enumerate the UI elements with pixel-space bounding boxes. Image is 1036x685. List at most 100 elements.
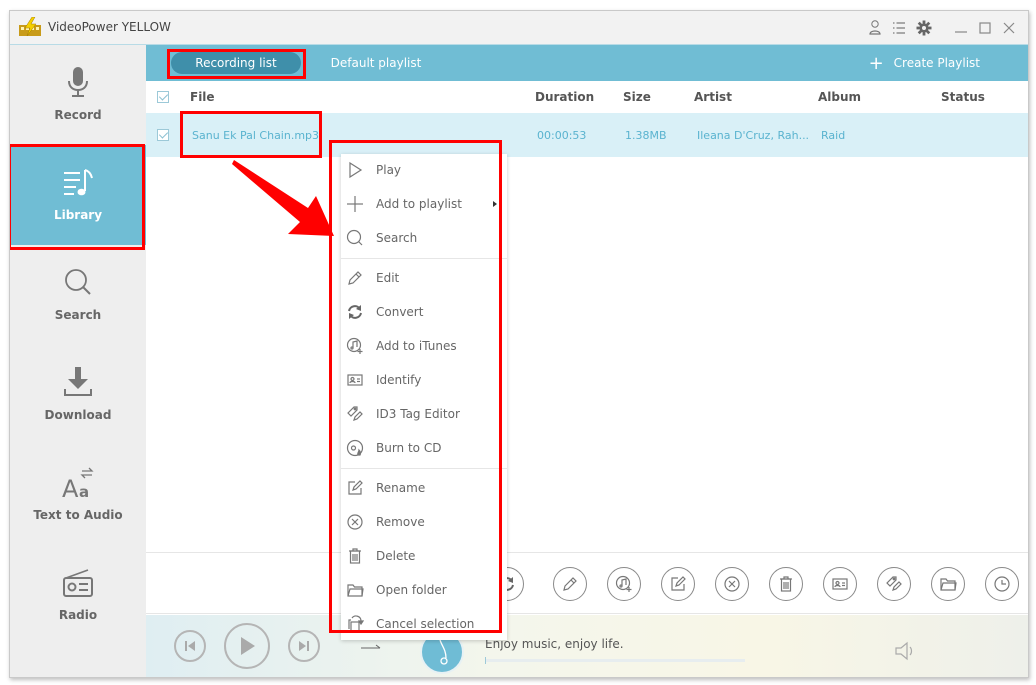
sidebar-item-library[interactable]: Library <box>10 145 146 245</box>
svg-text:a: a <box>79 483 89 501</box>
folder-icon <box>940 578 957 591</box>
gear-icon[interactable] <box>915 19 933 37</box>
tab-default-playlist[interactable]: Default playlist <box>321 52 431 74</box>
remove-icon <box>724 576 740 592</box>
column-album[interactable]: Album <box>818 90 861 104</box>
title-bar: VideoPower YELLOW <box>10 11 1028 45</box>
menu-item-id3-tag-editor[interactable]: ID3 Tag Editor <box>341 399 507 429</box>
sidebar-label: Download <box>44 408 112 422</box>
search-icon <box>346 229 363 246</box>
remove-icon <box>347 514 363 530</box>
minimize-icon[interactable] <box>952 19 970 37</box>
menu-item-play[interactable]: Play <box>341 155 507 185</box>
sidebar-item-record[interactable]: Record <box>10 45 146 145</box>
annotation-arrow-icon <box>232 160 334 236</box>
submenu-arrow-icon <box>493 201 497 207</box>
next-button[interactable] <box>288 630 320 662</box>
text-to-audio-icon: A a <box>62 467 94 501</box>
toolbar-rename-button[interactable] <box>661 567 695 601</box>
sidebar-item-search[interactable]: Search <box>10 245 146 345</box>
sidebar-label: Radio <box>58 608 98 622</box>
cell-artist: Ileana D'Cruz, Rah... <box>697 129 810 142</box>
progress-knob[interactable] <box>485 657 486 664</box>
cancel-selection-icon <box>348 615 364 632</box>
play-button[interactable] <box>224 623 270 669</box>
tag-edit-icon <box>886 576 902 591</box>
create-playlist-label: Create Playlist <box>893 56 980 70</box>
toolbar-schedule-button[interactable] <box>985 567 1019 601</box>
sidebar: Record Library Search Download A a Text … <box>10 45 146 677</box>
list-menu-icon[interactable] <box>890 19 908 37</box>
folder-icon <box>347 584 364 597</box>
player-bar: Enjoy music, enjoy life. <box>146 615 1028 677</box>
toolbar-delete-button[interactable] <box>769 567 803 601</box>
menu-item-burn-to-cd[interactable]: Burn to CD <box>341 433 507 463</box>
music-note-icon <box>439 639 448 665</box>
cell-file: Sanu Ek Pal Chain.mp3 <box>192 129 320 142</box>
menu-item-remove[interactable]: Remove <box>341 507 507 537</box>
pencil-icon <box>563 577 577 591</box>
table-row[interactable]: Sanu Ek Pal Chain.mp3 00:00:53 1.38MB Il… <box>146 113 1028 157</box>
row-checkbox[interactable] <box>157 129 169 141</box>
main-panel: Recording list Default playlist + Create … <box>146 45 1028 677</box>
rename-icon <box>671 576 686 591</box>
sidebar-item-radio[interactable]: Radio <box>10 545 146 645</box>
music-library-icon <box>64 169 93 196</box>
cell-duration: 00:00:53 <box>537 129 587 142</box>
sidebar-label: Search <box>54 308 102 322</box>
sidebar-label: Record <box>54 108 102 122</box>
sidebar-item-text-to-audio[interactable]: A a Text to Audio <box>10 445 146 545</box>
download-icon <box>64 367 92 396</box>
menu-item-delete[interactable]: Delete <box>341 541 507 571</box>
user-icon[interactable] <box>866 19 884 37</box>
radio-icon <box>63 569 93 597</box>
action-toolbar <box>146 552 1028 614</box>
toolbar-edit-button[interactable] <box>553 567 587 601</box>
column-artist[interactable]: Artist <box>694 90 732 104</box>
sidebar-item-download[interactable]: Download <box>10 345 146 445</box>
column-size[interactable]: Size <box>623 90 651 104</box>
toolbar-remove-button[interactable] <box>715 567 749 601</box>
menu-item-search[interactable]: Search <box>341 223 507 253</box>
volume-icon[interactable] <box>894 641 918 661</box>
tab-recording-list[interactable]: Recording list <box>171 52 301 74</box>
toolbar-open-folder-button[interactable] <box>931 567 965 601</box>
column-status[interactable]: Status <box>941 90 985 104</box>
itunes-add-icon <box>615 575 632 592</box>
trash-icon <box>349 548 361 564</box>
menu-item-open-folder[interactable]: Open folder <box>341 575 507 605</box>
menu-item-add-to-itunes[interactable]: Add to iTunes <box>341 331 507 361</box>
identify-card-icon <box>832 578 848 590</box>
play-mode-icon[interactable] <box>360 643 382 651</box>
rename-icon <box>348 480 363 495</box>
table-header: File Duration Size Artist Album Status <box>146 81 1028 113</box>
app-window: VideoPower YELLOW Record Library Search … <box>9 10 1029 678</box>
menu-item-cancel-selection[interactable]: Cancel selection <box>341 609 507 639</box>
pencil-icon <box>348 271 362 285</box>
previous-button[interactable] <box>174 630 206 662</box>
column-duration[interactable]: Duration <box>535 90 594 104</box>
cell-size: 1.38MB <box>625 129 667 142</box>
column-file[interactable]: File <box>190 90 215 104</box>
menu-item-rename[interactable]: Rename <box>341 473 507 503</box>
menu-item-convert[interactable]: Convert <box>341 297 507 327</box>
toolbar-identify-button[interactable] <box>823 567 857 601</box>
tag-edit-icon <box>347 406 363 421</box>
play-icon <box>241 637 255 655</box>
menu-item-identify[interactable]: Identify <box>341 365 507 395</box>
progress-bar[interactable] <box>485 657 745 664</box>
toolbar-tag-editor-button[interactable] <box>877 567 911 601</box>
menu-item-add-to-playlist[interactable]: Add to playlist <box>341 189 507 219</box>
context-menu: Play Add to playlist Search Edit Convert… <box>341 154 507 640</box>
maximize-icon[interactable] <box>976 19 994 37</box>
toolbar-add-itunes-button[interactable] <box>607 567 641 601</box>
cell-album: Raid <box>821 129 846 142</box>
sidebar-label: Library <box>53 208 103 222</box>
close-icon[interactable] <box>1000 19 1018 37</box>
play-icon <box>349 161 363 179</box>
menu-item-edit[interactable]: Edit <box>341 263 507 293</box>
create-playlist-button[interactable]: + Create Playlist <box>869 45 980 81</box>
next-icon <box>299 641 309 651</box>
plus-icon <box>347 196 363 212</box>
select-all-checkbox[interactable] <box>157 91 169 103</box>
